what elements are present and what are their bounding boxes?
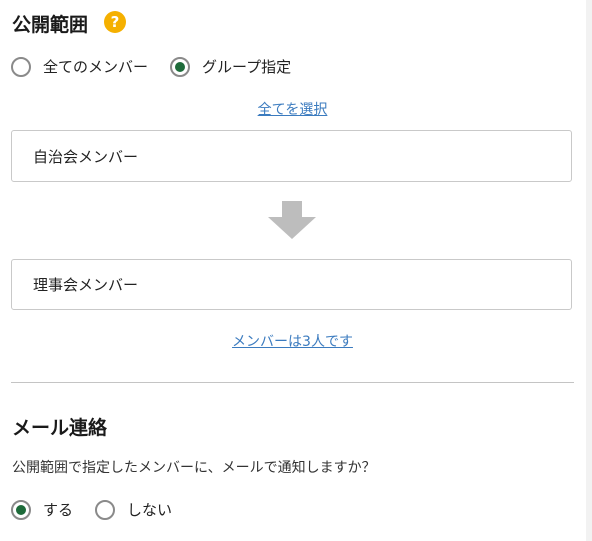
source-group-label: 自治会メンバー xyxy=(33,147,139,166)
radio-notify-yes[interactable]: する xyxy=(11,499,73,520)
target-group-label: 理事会メンバー xyxy=(33,276,139,294)
visibility-radio-group: 全てのメンバー グループ指定 xyxy=(11,56,291,77)
visibility-title: 公開範囲 xyxy=(12,14,89,36)
section-divider xyxy=(11,382,574,383)
radio-circle-group-specify[interactable] xyxy=(170,56,191,77)
radio-label-notify-yes: する xyxy=(43,501,74,519)
help-icon[interactable]: ? xyxy=(104,11,126,33)
scrollbar-track[interactable] xyxy=(586,0,592,541)
arrow-down-icon xyxy=(268,201,316,239)
radio-label-all-members: 全てのメンバー xyxy=(43,58,149,76)
radio-circle-all-members[interactable] xyxy=(11,56,31,77)
radio-all-members[interactable]: 全てのメンバー xyxy=(11,56,148,77)
mail-description: 公開範囲で指定したメンバーに、メールで通知しますか？ xyxy=(12,460,376,476)
mail-title: メール連絡 xyxy=(12,417,108,439)
radio-group-specify[interactable]: グループ指定 xyxy=(170,56,291,77)
radio-notify-no[interactable]: しない xyxy=(95,499,172,520)
radio-circle-notify-no[interactable] xyxy=(95,499,116,520)
radio-circle-notify-yes[interactable] xyxy=(11,499,31,520)
mail-radio-group: する しない xyxy=(11,499,172,520)
radio-label-notify-no: しない xyxy=(127,501,173,519)
source-group-box[interactable]: 自治会メンバー xyxy=(11,130,572,182)
radio-label-group-specify: グループ指定 xyxy=(202,58,292,76)
select-all-link[interactable]: 全てを選択 xyxy=(0,99,585,119)
target-group-box[interactable]: 理事会メンバー xyxy=(11,259,572,310)
member-count-link[interactable]: メンバーは3人です xyxy=(0,331,585,351)
